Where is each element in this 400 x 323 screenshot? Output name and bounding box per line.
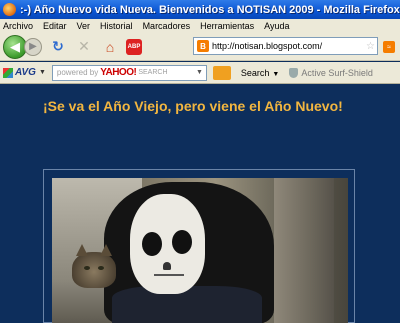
post-video-frame xyxy=(43,169,355,323)
avg-toolbar: AVG ▼ powered by YAHOO! SEARCH ▼ Search ▼… xyxy=(0,62,400,84)
yahoo-search-input[interactable]: powered by YAHOO! SEARCH ▼ xyxy=(51,64,207,81)
skull-mask xyxy=(130,194,205,294)
menu-archivo[interactable]: Archivo xyxy=(3,21,33,31)
page-content: ¡Se va el Año Viejo, pero viene el Año N… xyxy=(0,85,400,323)
stop-button[interactable]: ✕ xyxy=(74,37,94,57)
skull-teeth xyxy=(154,274,184,282)
blogger-favicon-icon: B xyxy=(197,40,209,52)
menu-historial[interactable]: Historial xyxy=(100,21,133,31)
search-suffix: SEARCH xyxy=(138,69,168,76)
menu-editar[interactable]: Editar xyxy=(43,21,67,31)
search-powered-text: powered by xyxy=(56,68,99,77)
window-title: :-) Año Nuevo vida Nueva. Bienvenidos a … xyxy=(20,3,400,16)
home-button[interactable]: ⌂ xyxy=(100,37,120,57)
navigation-toolbar: ◀ ▶ ↻ ✕ ⌂ ABP B http://notisan.blogspot.… xyxy=(0,33,400,61)
window-titlebar: :-) Año Nuevo vida Nueva. Bienvenidos a … xyxy=(0,0,400,19)
skull-right-eye xyxy=(172,230,192,254)
kitten-eye-left xyxy=(84,266,90,270)
search-menu-dropdown-icon: ▼ xyxy=(272,70,280,78)
post-image[interactable] xyxy=(52,178,348,323)
forward-arrow-icon: ▶ xyxy=(29,41,37,52)
menu-bar: Archivo Editar Ver Historial Marcadores … xyxy=(0,19,400,33)
forward-button[interactable]: ▶ xyxy=(24,37,42,56)
back-forward-group: ◀ ▶ xyxy=(3,34,42,59)
bookmark-star-icon[interactable]: ☆ xyxy=(366,41,375,52)
avg-logo-icon xyxy=(3,67,13,78)
image-figure-body xyxy=(112,286,262,323)
surf-shield-label: Active Surf-Shield xyxy=(301,67,373,78)
kitten-eye-right xyxy=(98,266,104,270)
adblock-plus-button[interactable]: ABP xyxy=(126,38,142,55)
post-title[interactable]: ¡Se va el Año Viejo, pero viene el Año N… xyxy=(43,97,363,116)
menu-marcadores[interactable]: Marcadores xyxy=(143,21,191,31)
reload-icon: ↻ xyxy=(52,38,64,54)
reload-button[interactable]: ↻ xyxy=(48,37,68,57)
menu-ayuda[interactable]: Ayuda xyxy=(264,21,289,31)
kitten-figure xyxy=(72,244,116,288)
menu-herramientas[interactable]: Herramientas xyxy=(200,21,254,31)
home-icon: ⌂ xyxy=(105,38,115,55)
avg-dropdown-icon[interactable]: ▼ xyxy=(39,69,46,76)
avg-label: AVG xyxy=(15,67,36,78)
menu-ver[interactable]: Ver xyxy=(77,21,91,31)
search-go-button[interactable] xyxy=(212,65,231,80)
firefox-icon xyxy=(3,3,16,16)
back-arrow-icon: ◀ xyxy=(10,38,20,54)
avg-logo[interactable]: AVG xyxy=(3,67,36,78)
stop-icon: ✕ xyxy=(78,38,90,54)
skull-nose xyxy=(163,262,171,270)
search-button-label: Search xyxy=(240,67,270,78)
yahoo-brand: YAHOO! xyxy=(100,67,137,78)
address-bar[interactable]: B http://notisan.blogspot.com/ ☆ xyxy=(193,37,378,55)
surf-shield-button[interactable]: Active Surf-Shield xyxy=(289,67,373,78)
search-dropdown-icon[interactable]: ▼ xyxy=(196,69,203,76)
url-text[interactable]: http://notisan.blogspot.com/ xyxy=(212,41,322,51)
image-tree xyxy=(274,178,334,323)
skull-left-eye xyxy=(142,232,162,256)
search-menu-button[interactable]: Search ▼ xyxy=(241,68,279,78)
rss-feed-icon[interactable]: ≈ xyxy=(383,41,395,53)
shield-icon xyxy=(289,67,299,78)
